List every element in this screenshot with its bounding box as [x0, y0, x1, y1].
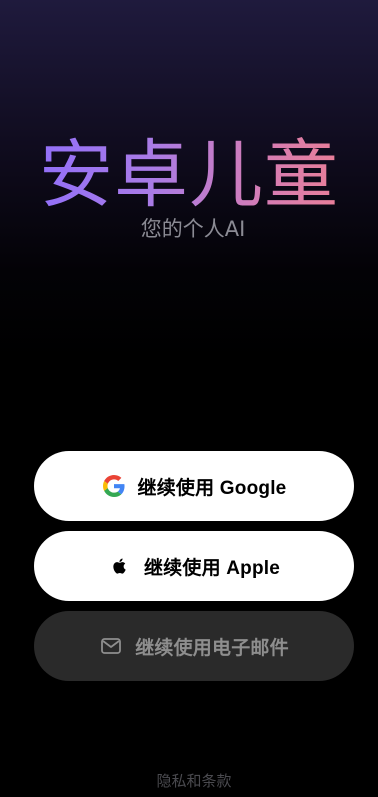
continue-with-google-button[interactable]: 继续使用 Google [34, 451, 354, 521]
mail-icon [99, 634, 123, 658]
app-subtitle: 您的个人AI [140, 217, 246, 241]
continue-with-email-button[interactable]: 继续使用电子邮件 [34, 611, 354, 681]
app-title: 安卓儿童 [0, 130, 378, 220]
privacy-terms-link[interactable]: 隐私和条款 [0, 770, 378, 792]
apple-button-label: 继续使用 Apple [143, 557, 281, 579]
google-icon [102, 474, 126, 498]
email-button-label: 继续使用电子邮件 [135, 637, 289, 659]
apple-icon [108, 554, 132, 578]
google-button-label: 继续使用 Google [137, 477, 287, 499]
continue-with-apple-button[interactable]: 继续使用 Apple [34, 531, 354, 601]
login-screen: 安卓儿童 您的个人AI 继续使用 Google 继续使用 Apple 继续使用电… [0, 0, 378, 797]
